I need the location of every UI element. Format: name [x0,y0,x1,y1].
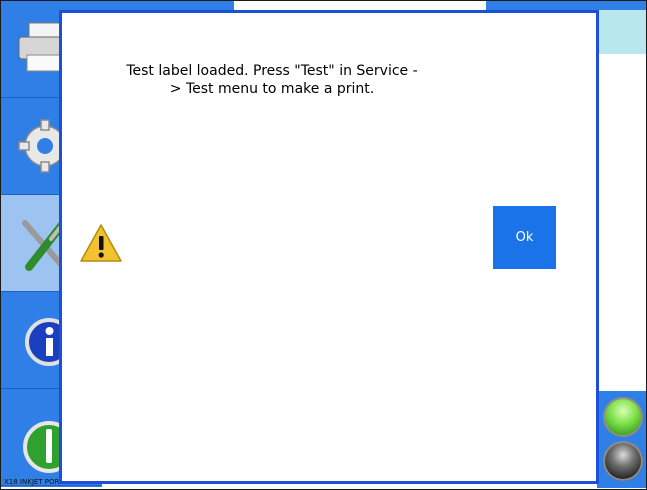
ok-button[interactable]: Ok [493,206,556,269]
dialog-message: Test label loaded. Press "Test" in Servi… [126,63,418,97]
top-right-panel [597,10,646,54]
status-lamp-green [603,397,643,437]
message-dialog: Test label loaded. Press "Test" in Servi… [59,10,599,484]
status-lamp-off [603,441,643,481]
right-panel [597,54,646,391]
warning-icon [80,224,122,262]
